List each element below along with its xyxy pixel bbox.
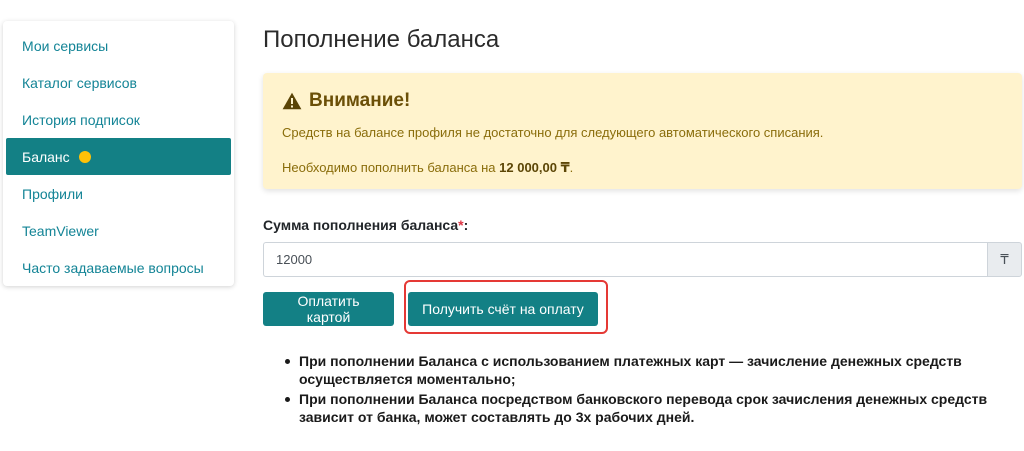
list-item: При пополнении Баланса с использованием … (283, 352, 1018, 388)
warning-alert: Внимание! Средств на балансе профиля не … (263, 73, 1022, 189)
sidebar-item-label: Мои сервисы (22, 37, 109, 54)
alert-required-prefix: Необходимо пополнить баланса на (282, 160, 500, 175)
sidebar-item-label: Часто задаваемые вопросы (22, 259, 204, 276)
pay-card-button[interactable]: Оплатить картой (263, 292, 394, 326)
notes-list: При пополнении Баланса с использованием … (283, 352, 1018, 428)
alert-required-suffix: . (569, 160, 574, 175)
alert-required-amount-line: Необходимо пополнить баланса на 12 000,0… (282, 160, 1003, 176)
amount-label: Сумма пополнения баланса*: (263, 217, 468, 233)
alert-required-amount: 12 000,00 ₸ (499, 160, 570, 175)
notification-dot (78, 150, 91, 163)
amount-input-group: ₸ (263, 242, 1022, 277)
sidebar-item-label: История подписок (22, 111, 140, 128)
alert-title: Внимание! (309, 90, 411, 111)
amount-input[interactable] (263, 242, 987, 277)
sidebar-item-catalog[interactable]: Каталог сервисов (6, 64, 231, 101)
label-colon: : (463, 217, 469, 233)
alert-header: Внимание! (282, 90, 1003, 112)
sidebar-item-teamviewer[interactable]: TeamViewer (6, 212, 231, 249)
sidebar-item-history[interactable]: История подписок (6, 101, 231, 138)
sidebar-item-label: Профили (22, 185, 83, 202)
page-title: Пополнение баланса (263, 26, 500, 53)
currency-addon: ₸ (987, 242, 1022, 277)
get-invoice-button[interactable]: Получить счёт на оплату (408, 292, 598, 326)
sidebar-item-my-services[interactable]: Мои сервисы (6, 27, 231, 64)
amount-label-text: Сумма пополнения баланса (263, 217, 459, 233)
alert-message: Средств на балансе профиля не достаточно… (282, 125, 824, 140)
sidebar-item-balance[interactable]: Баланс (6, 138, 231, 175)
list-item: При пополнении Баланса посредством банко… (283, 390, 1018, 426)
sidebar-item-label: Каталог сервисов (22, 74, 137, 91)
warning-triangle-icon (282, 92, 302, 110)
sidebar-item-profiles[interactable]: Профили (6, 175, 231, 212)
sidebar-nav: Мои сервисы Каталог сервисов История под… (3, 21, 234, 286)
sidebar-item-label: Баланс (22, 148, 70, 165)
sidebar-item-label: TeamViewer (22, 222, 99, 239)
sidebar-item-faq[interactable]: Часто задаваемые вопросы (6, 249, 231, 286)
